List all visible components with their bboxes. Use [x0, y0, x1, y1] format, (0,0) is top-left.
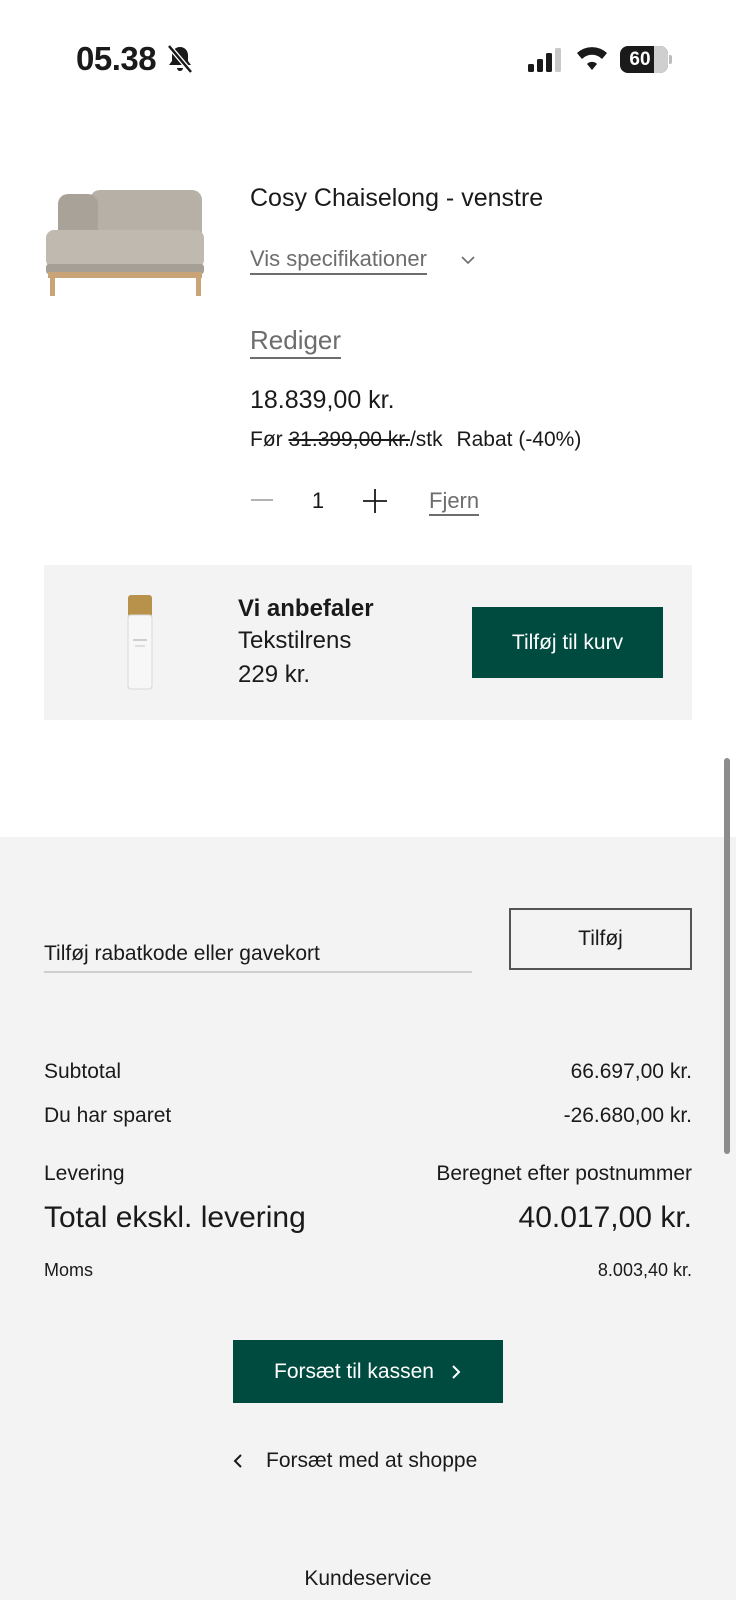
battery-level: 60	[629, 49, 651, 70]
quantity-value: 1	[311, 488, 325, 513]
chevron-right-icon	[452, 1364, 461, 1379]
delivery-row: Levering Beregnet efter postnummer	[44, 1162, 692, 1186]
checkout-label: Forsæt til kassen	[274, 1359, 434, 1383]
apply-promo-button[interactable]: Tilføj	[509, 908, 692, 970]
add-to-cart-button[interactable]: Tilføj til kurv	[472, 607, 663, 678]
continue-shopping-link[interactable]: Forsæt med at shoppe	[232, 1449, 477, 1473]
before-label: Før	[250, 428, 283, 451]
plus-icon[interactable]	[362, 488, 388, 514]
delivery-value: Beregnet efter postnummer	[436, 1162, 692, 1185]
subtotal-row: Subtotal 66.697,00 kr.	[44, 1060, 692, 1084]
remove-link[interactable]: Fjern	[429, 488, 480, 516]
price-before: Før 31.399,00 kr./stk Rabat (-40%)	[250, 428, 581, 452]
order-summary: Tilføj Subtotal 66.697,00 kr. Du har spa…	[0, 837, 736, 1600]
cellular-signal-icon	[528, 48, 561, 72]
status-time: 05.38	[76, 40, 157, 77]
discount-label: Rabat (-40%)	[456, 428, 582, 451]
product-price: 18.839,00 kr.	[250, 386, 395, 414]
savings-row: Du har sparet -26.680,00 kr.	[44, 1104, 692, 1128]
scrollbar[interactable]	[724, 758, 730, 1154]
recommendation-name: Tekstilrens	[238, 627, 352, 654]
product-name: Cosy Chaiselong - venstre	[250, 184, 544, 212]
promo-code-input[interactable]	[44, 937, 472, 973]
vat-row: Moms 8.003,40 kr.	[44, 1260, 692, 1281]
total-value: 40.017,00 kr.	[518, 1201, 692, 1234]
customer-service-link[interactable]: Kundeservice	[0, 1567, 736, 1591]
chevron-left-icon	[233, 1454, 242, 1468]
bell-slash-icon	[167, 44, 193, 74]
show-specifications-link[interactable]: Vis specifikationer	[250, 246, 427, 275]
recommendation-box: Vi anbefaler Tekstilrens 229 kr. Tilføj …	[44, 565, 692, 720]
wifi-icon	[577, 47, 607, 70]
chevron-down-icon[interactable]	[460, 252, 476, 268]
delivery-label: Levering	[44, 1162, 125, 1185]
total-label: Total ekskl. levering	[44, 1201, 306, 1234]
vat-value: 8.003,40 kr.	[597, 1260, 692, 1280]
per-unit: /stk	[409, 428, 443, 451]
subtotal-value: 66.697,00 kr.	[570, 1060, 692, 1083]
recommendation-price: 229 kr.	[238, 661, 311, 688]
original-price: 31.399,00 kr.	[288, 428, 410, 451]
spray-bottle-image	[127, 595, 153, 690]
minus-icon[interactable]	[250, 488, 274, 512]
sofa-chaiselong-image	[46, 190, 204, 296]
status-bar: 05.38 60	[0, 0, 736, 110]
savings-value: -26.680,00 kr.	[563, 1104, 692, 1127]
subtotal-label: Subtotal	[44, 1060, 122, 1083]
battery-icon: 60	[620, 46, 672, 74]
savings-label: Du har sparet	[44, 1104, 172, 1127]
vat-label: Moms	[44, 1260, 93, 1280]
continue-shopping-label: Forsæt med at shoppe	[266, 1449, 478, 1472]
total-row: Total ekskl. levering 40.017,00 kr.	[44, 1201, 692, 1235]
edit-link[interactable]: Rediger	[250, 324, 342, 359]
checkout-button[interactable]: Forsæt til kassen	[233, 1340, 503, 1403]
recommendation-heading: Vi anbefaler	[238, 595, 374, 622]
